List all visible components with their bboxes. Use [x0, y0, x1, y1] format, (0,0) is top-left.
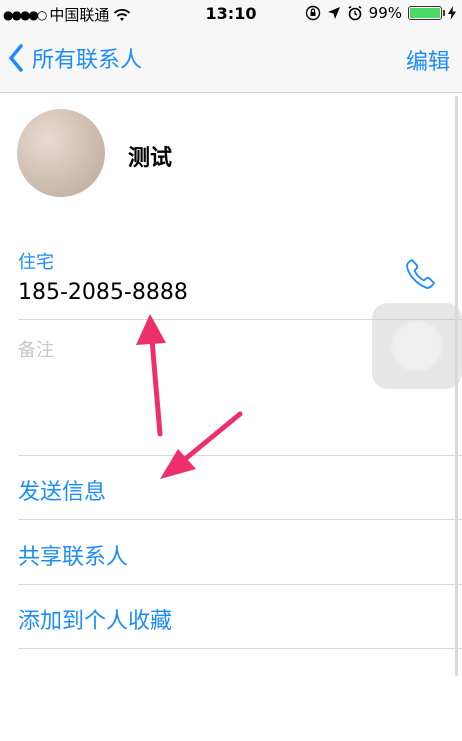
battery-percent: 99% [368, 4, 402, 22]
battery-icon [408, 6, 445, 20]
action-divider-3 [18, 648, 462, 649]
charging-icon [448, 6, 456, 20]
back-button-label: 所有联系人 [32, 48, 143, 73]
phone-number[interactable]: 185-2085-8888 [18, 280, 188, 305]
contact-detail-screen: ●●●●○ 中国联通 13:10 99% 所有联系人 编辑 测试 住宅 185-… [0, 0, 462, 741]
status-bar: ●●●●○ 中国联通 13:10 99% [0, 0, 462, 28]
back-button[interactable]: 所有联系人 [8, 42, 142, 74]
arrow-to-phone-number [136, 314, 166, 437]
alarm-icon [348, 5, 362, 21]
send-message-button[interactable]: 发送信息 [18, 474, 106, 506]
add-to-favorites-button[interactable]: 添加到个人收藏 [18, 603, 172, 635]
contact-avatar [17, 109, 105, 197]
navigation-bar: 所有联系人 编辑 [0, 28, 462, 93]
location-icon [327, 7, 340, 19]
notes-field[interactable]: 备注 [18, 336, 54, 362]
assistive-touch-inner [394, 323, 440, 369]
phone-type-label: 住宅 [18, 252, 54, 273]
notes-divider [18, 455, 462, 456]
assistive-touch-button[interactable] [372, 303, 462, 389]
status-right: 99% [305, 4, 456, 22]
arrow-to-send-message [160, 411, 243, 479]
action-divider-2 [18, 584, 462, 585]
battery-nub [443, 10, 445, 16]
share-contact-button[interactable]: 共享联系人 [18, 539, 128, 571]
contact-name: 测试 [128, 146, 173, 171]
rotation-lock-icon [305, 5, 320, 21]
phone-icon[interactable] [403, 256, 439, 292]
chevron-left-icon [9, 44, 23, 72]
scroll-indicator[interactable] [455, 96, 458, 676]
battery-fill [410, 8, 440, 18]
action-divider-1 [18, 519, 462, 520]
edit-button[interactable]: 编辑 [406, 44, 450, 76]
